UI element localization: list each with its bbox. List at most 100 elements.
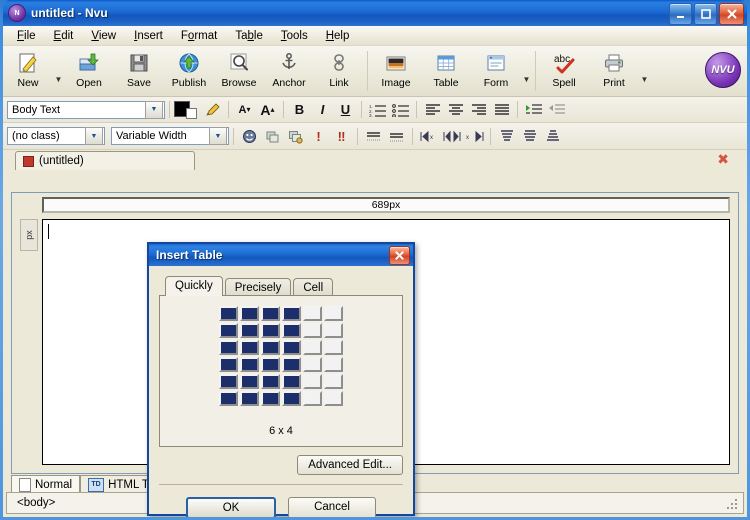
line-above-icon[interactable]: [363, 126, 384, 146]
table-size-cell-3-5[interactable]: [303, 340, 322, 355]
toolbar-button-form[interactable]: Form: [471, 48, 521, 93]
layer-icon[interactable]: [262, 126, 283, 146]
char-left-icon[interactable]: x: [418, 126, 439, 146]
underline-button[interactable]: U: [335, 100, 356, 120]
mode-tab-normal[interactable]: Normal: [11, 475, 81, 493]
menu-edit[interactable]: Edit: [45, 28, 83, 44]
menu-table[interactable]: Table: [226, 28, 272, 44]
dialog-title-bar[interactable]: Insert Table: [149, 244, 413, 266]
menu-tools[interactable]: Tools: [272, 28, 317, 44]
smiley-icon[interactable]: [239, 126, 260, 146]
toolbar-button-link[interactable]: Link: [314, 48, 364, 93]
italic-button[interactable]: I: [312, 100, 333, 120]
table-size-cell-4-5[interactable]: [303, 357, 322, 372]
resize-grip[interactable]: [727, 497, 739, 509]
table-size-cell-2-5[interactable]: [303, 323, 322, 338]
table-size-cell-4-3[interactable]: [261, 357, 280, 372]
table-size-cell-1-4[interactable]: [282, 306, 301, 321]
important-icon[interactable]: !: [308, 126, 329, 146]
table-size-cell-4-2[interactable]: [240, 357, 259, 372]
line-below-icon[interactable]: [386, 126, 407, 146]
table-size-cell-4-4[interactable]: [282, 357, 301, 372]
toolbar-button-save[interactable]: Save: [114, 48, 164, 93]
close-tab-icon[interactable]: ✖: [717, 152, 729, 166]
table-size-cell-4-6[interactable]: [324, 357, 343, 372]
table-size-cell-2-2[interactable]: [240, 323, 259, 338]
form-dropdown-arrow[interactable]: ▼: [521, 75, 532, 84]
menu-file[interactable]: FFileile: [8, 28, 45, 44]
table-size-cell-1-6[interactable]: [324, 306, 343, 321]
align-center-button[interactable]: [445, 100, 466, 120]
class-select[interactable]: (no class) ▼: [7, 127, 105, 145]
char-right-icon[interactable]: x: [464, 126, 485, 146]
table-size-cell-5-6[interactable]: [324, 374, 343, 389]
minimize-button[interactable]: [669, 3, 692, 25]
menu-help[interactable]: Help: [317, 28, 359, 44]
table-size-cell-3-1[interactable]: [219, 340, 238, 355]
outdent-button[interactable]: [546, 100, 567, 120]
vertical-ruler[interactable]: px: [20, 219, 38, 251]
toolbar-button-spell[interactable]: abc Spell: [539, 48, 589, 93]
maximize-button[interactable]: [694, 3, 717, 25]
table-size-cell-6-3[interactable]: [261, 391, 280, 406]
toolbar-button-image[interactable]: Image: [371, 48, 421, 93]
very-important-icon[interactable]: ‼: [331, 126, 352, 146]
anchor-bottom-icon[interactable]: [542, 126, 563, 146]
cancel-button[interactable]: Cancel: [288, 497, 376, 517]
table-size-cell-6-1[interactable]: [219, 391, 238, 406]
increase-font-size-button[interactable]: A ▴: [257, 100, 278, 120]
anchor-middle-icon[interactable]: [519, 126, 540, 146]
table-size-cell-5-4[interactable]: [282, 374, 301, 389]
table-size-cell-2-4[interactable]: [282, 323, 301, 338]
table-size-cell-5-1[interactable]: [219, 374, 238, 389]
table-size-picker[interactable]: [219, 306, 343, 406]
table-size-cell-3-3[interactable]: [261, 340, 280, 355]
table-size-cell-1-3[interactable]: [261, 306, 280, 321]
advanced-edit-button[interactable]: Advanced Edit...: [297, 455, 403, 475]
table-size-cell-2-1[interactable]: [219, 323, 238, 338]
dialog-tab-quickly[interactable]: Quickly: [165, 276, 223, 296]
toolbar-button-open[interactable]: Open: [64, 48, 114, 93]
paragraph-style-select[interactable]: Body Text ▼: [7, 100, 165, 119]
highlight-pen-icon[interactable]: [202, 100, 223, 120]
dialog-close-button[interactable]: [389, 245, 410, 265]
table-size-cell-5-3[interactable]: [261, 374, 280, 389]
toolbar-button-print[interactable]: Print: [589, 48, 639, 93]
table-size-cell-6-6[interactable]: [324, 391, 343, 406]
table-size-cell-2-6[interactable]: [324, 323, 343, 338]
table-size-grid[interactable]: [219, 306, 343, 406]
justify-button[interactable]: [491, 100, 512, 120]
bold-button[interactable]: B: [289, 100, 310, 120]
toolbar-button-new[interactable]: New: [3, 48, 53, 93]
bulleted-list-button[interactable]: [390, 100, 411, 120]
anchor-top-icon[interactable]: [496, 126, 517, 146]
table-size-cell-3-2[interactable]: [240, 340, 259, 355]
table-size-cell-3-6[interactable]: [324, 340, 343, 355]
numbered-list-button[interactable]: 1. 2. 3.: [367, 100, 388, 120]
table-size-cell-1-2[interactable]: [240, 306, 259, 321]
font-select[interactable]: Variable Width ▼: [111, 127, 229, 145]
table-size-cell-6-5[interactable]: [303, 391, 322, 406]
toolbar-button-anchor[interactable]: Anchor: [264, 48, 314, 93]
document-tab-untitled[interactable]: (untitled): [15, 151, 195, 170]
menu-format[interactable]: Format: [172, 28, 226, 44]
toolbar-button-browse[interactable]: Browse: [214, 48, 264, 93]
table-size-cell-5-5[interactable]: [303, 374, 322, 389]
table-size-cell-4-1[interactable]: [219, 357, 238, 372]
decrease-font-size-button[interactable]: A ▾: [234, 100, 255, 120]
table-size-cell-2-3[interactable]: [261, 323, 280, 338]
char-both-icon[interactable]: [441, 126, 462, 146]
status-bar-text[interactable]: <body>: [17, 497, 55, 509]
align-left-button[interactable]: [422, 100, 443, 120]
indent-button[interactable]: [523, 100, 544, 120]
title-bar[interactable]: N untitled - Nvu: [3, 0, 747, 26]
new-dropdown-arrow[interactable]: ▼: [53, 75, 64, 84]
table-width-ruler[interactable]: 689px: [42, 197, 730, 213]
menu-insert[interactable]: Insert: [125, 28, 172, 44]
table-size-cell-5-2[interactable]: [240, 374, 259, 389]
table-size-cell-1-5[interactable]: [303, 306, 322, 321]
toolbar-button-table[interactable]: Table: [421, 48, 471, 93]
table-size-cell-3-4[interactable]: [282, 340, 301, 355]
table-size-cell-6-4[interactable]: [282, 391, 301, 406]
layer-add-icon[interactable]: [285, 126, 306, 146]
